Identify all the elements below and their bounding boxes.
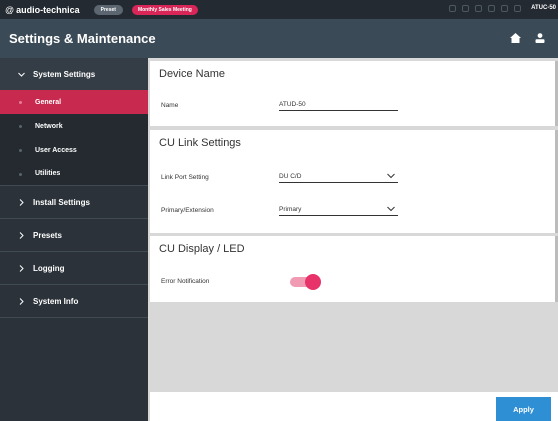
sidebar-subitem-label: Network	[35, 122, 63, 130]
chevron-down-icon	[18, 72, 25, 77]
status-icon	[488, 5, 495, 12]
sidebar-item-label: Install Settings	[33, 197, 90, 207]
top-bar: @ audio-technica Preset Monthly Sales Me…	[0, 0, 558, 19]
brand-mark: @	[5, 4, 15, 15]
sidebar-subitem-general[interactable]: General	[0, 90, 148, 114]
card-title: Device Name	[159, 68, 226, 80]
sidebar-item-logging[interactable]: Logging	[0, 252, 148, 285]
sidebar-item-system-info[interactable]: System Info	[0, 285, 148, 318]
link-port-value: DU C/D	[279, 173, 302, 180]
sidebar-item-label: System Settings	[33, 69, 96, 79]
chevron-right-icon	[19, 264, 24, 272]
device-name-field[interactable]: ATUD-50	[279, 99, 398, 111]
preset-badge[interactable]: Preset	[93, 4, 123, 15]
sidebar-item-label: System Info	[33, 296, 79, 306]
sidebar-item-label: Presets	[33, 230, 62, 240]
device-name-card: Device Name Name ATUD-50	[150, 61, 555, 126]
sidebar-subitem-label: General	[35, 98, 62, 106]
page-title: Settings & Maintenance	[9, 31, 156, 46]
chevron-right-icon	[19, 198, 24, 206]
sidebar-item-label: Logging	[33, 263, 65, 273]
sidebar-item-install-settings[interactable]: Install Settings	[0, 186, 148, 219]
brand-name: audio-technica	[16, 4, 80, 15]
card-title: CU Link Settings	[159, 137, 241, 149]
link-port-select[interactable]: DU C/D	[279, 171, 398, 183]
page-header: Settings & Maintenance	[0, 19, 558, 58]
status-icon	[449, 5, 456, 12]
toggle-knob	[305, 274, 321, 290]
chevron-down-icon	[387, 206, 395, 212]
status-icon	[462, 5, 469, 12]
sidebar-subitem-user-access[interactable]: User Access	[0, 138, 148, 162]
cu-link-card: CU Link Settings Link Port Setting DU C/…	[150, 130, 555, 233]
main-content: Device Name Name ATUD-50 CU Link Setting…	[148, 58, 558, 421]
model-name: ATUC-50	[531, 5, 556, 11]
brand-logo: @ audio-technica	[5, 5, 80, 15]
link-port-label: Link Port Setting	[161, 174, 209, 181]
card-title: CU Display / LED	[159, 243, 245, 255]
sidebar-subitem-label: Utilities	[35, 170, 61, 177]
chevron-right-icon	[19, 297, 24, 305]
sidebar-item-presets[interactable]: Presets	[0, 219, 148, 252]
home-icon[interactable]	[510, 33, 521, 43]
status-icon	[475, 5, 482, 12]
apply-button[interactable]: Apply	[496, 397, 551, 421]
name-label: Name	[161, 102, 179, 109]
sidebar-subitem-utilities[interactable]: Utilities	[0, 162, 148, 186]
meeting-badge[interactable]: Monthly Sales Meeting	[131, 4, 198, 15]
primary-extension-select[interactable]: Primary	[279, 204, 398, 216]
bullet-icon	[19, 125, 22, 128]
sidebar: System Settings General Network User Acc…	[0, 58, 148, 421]
status-icon	[514, 5, 521, 12]
sidebar-subitem-label: User Access	[35, 146, 77, 154]
user-icon[interactable]	[535, 33, 545, 43]
sidebar-subitem-network[interactable]: Network	[0, 114, 148, 138]
error-notification-toggle[interactable]	[290, 274, 321, 290]
status-icon	[501, 5, 508, 12]
footer-bar: Apply	[150, 392, 558, 421]
bullet-icon	[19, 101, 22, 104]
cu-display-card: CU Display / LED Error Notification	[150, 236, 555, 302]
primary-extension-value: Primary	[279, 206, 302, 213]
error-notification-label: Error Notification	[161, 278, 210, 285]
bullet-icon	[19, 173, 22, 176]
bullet-icon	[19, 149, 22, 152]
status-icons	[449, 5, 521, 12]
sidebar-item-system-settings[interactable]: System Settings	[0, 58, 148, 90]
chevron-down-icon	[387, 173, 395, 179]
chevron-right-icon	[19, 231, 24, 239]
primary-extension-label: Primary/Extension	[161, 207, 214, 214]
